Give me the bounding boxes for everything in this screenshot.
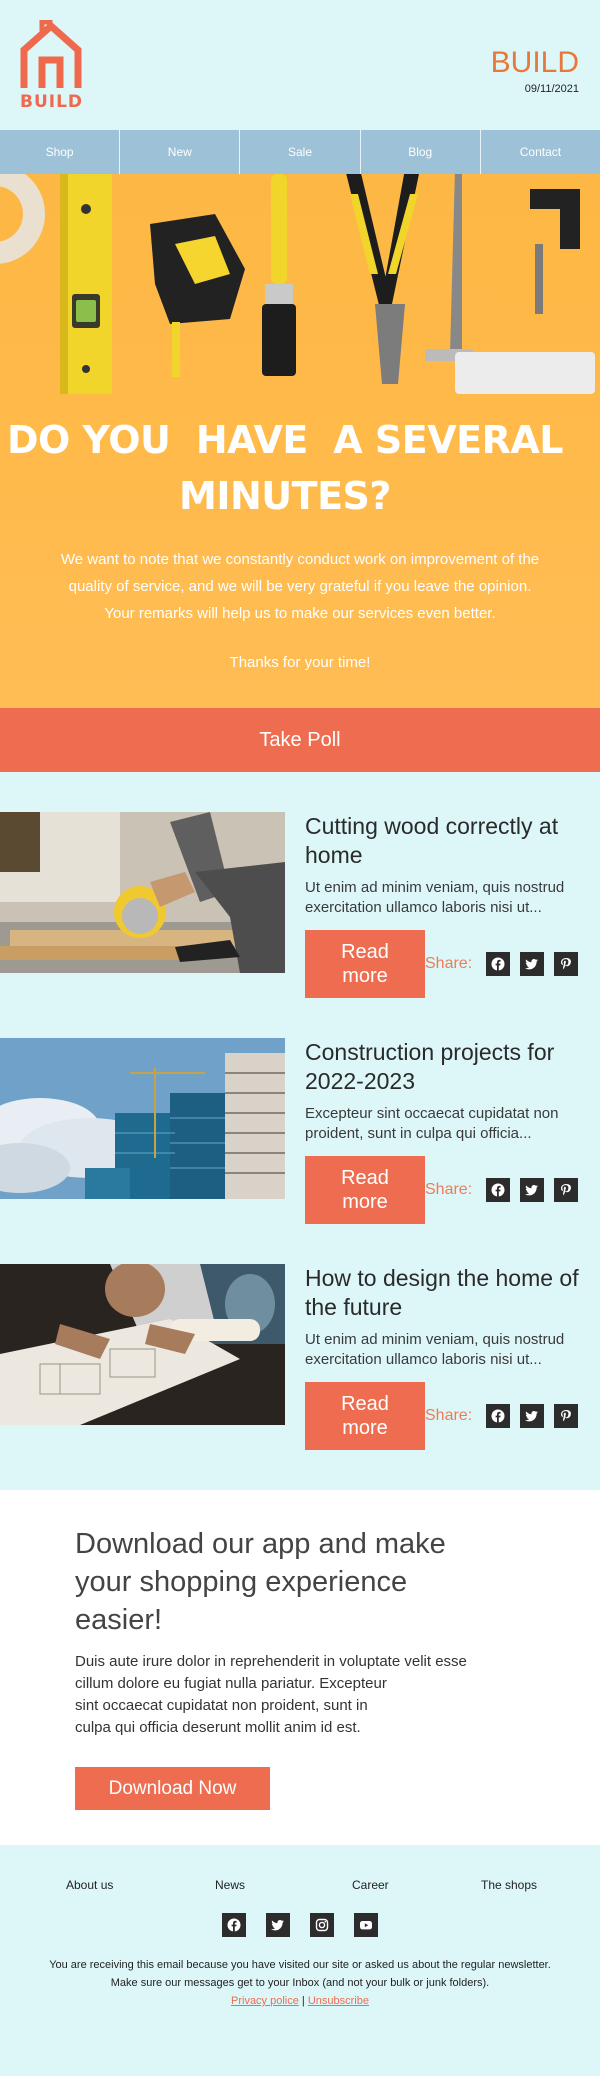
- read-more-line2: more: [342, 965, 388, 987]
- article-title[interactable]: Construction projects for 2022-2023: [305, 1038, 590, 1096]
- footer-notice-line2: Make sure our messages get to your Inbox…: [110, 1977, 490, 1989]
- app-download-section: Download our app and make your shopping …: [0, 1490, 600, 1845]
- article-title[interactable]: Cutting wood correctly at home: [305, 812, 590, 870]
- hero-text-line2: quality of service, and we will be very …: [68, 578, 532, 595]
- hero-text-line1: We want to note that we constantly condu…: [60, 551, 540, 568]
- footer-notice: You are receiving this email because you…: [0, 1956, 600, 2010]
- pinterest-icon[interactable]: [554, 1404, 579, 1428]
- twitter-icon[interactable]: [520, 952, 545, 976]
- app-text-line4: culpa qui officia deserunt mollit anim i…: [75, 1719, 361, 1736]
- article-desc-line1: Ut enim ad minim veniam, quis nostrud: [305, 1331, 565, 1348]
- app-text: Duis aute irure dolor in reprehenderit i…: [75, 1651, 515, 1739]
- twitter-icon[interactable]: [520, 1404, 545, 1428]
- hero-text-line3: Your remarks will help us to make our se…: [104, 605, 496, 622]
- app-text-line2: cillum dolore eu fugiat nulla pariatur. …: [75, 1675, 387, 1692]
- article-description: Ut enim ad minim veniam, quis nostrud ex…: [305, 1330, 590, 1370]
- take-poll-button[interactable]: Take Poll: [0, 708, 600, 772]
- pinterest-icon[interactable]: [554, 1178, 579, 1202]
- hero-title-line2: MINUTES?: [179, 474, 391, 518]
- tools-image: [0, 174, 595, 394]
- read-more-line1: Read: [341, 1167, 389, 1189]
- articles-list: Cutting wood correctly at home Ut enim a…: [0, 772, 600, 1490]
- download-now-button[interactable]: Download Now: [75, 1767, 270, 1810]
- share-label: Share:: [425, 1181, 473, 1198]
- article-actions: Read more Share:: [305, 1156, 588, 1224]
- share-label: Share:: [425, 955, 473, 972]
- twitter-icon[interactable]: [266, 1913, 290, 1937]
- footer-legal: Privacy police | Unsubscribe: [0, 1992, 600, 2010]
- article-desc-line1: Ut enim ad minim veniam, quis nostrud: [305, 879, 565, 896]
- read-more-button[interactable]: Read more: [305, 1156, 425, 1224]
- article-actions: Read more Share:: [305, 1382, 588, 1450]
- header: BUILD BUILD 09/11/2021: [0, 0, 600, 130]
- article-card: How to design the home of the future Ut …: [0, 1264, 600, 1490]
- article-title[interactable]: How to design the home of the future: [305, 1264, 590, 1322]
- article-desc-line2: exercitation ullamco laboris nisi ut...: [305, 1351, 542, 1368]
- facebook-icon[interactable]: [222, 1913, 246, 1937]
- nav-item-shop[interactable]: Shop: [0, 130, 121, 174]
- share-label: Share:: [425, 1407, 473, 1424]
- app-text-line3: sint occaecat cupidatat non proident, su…: [75, 1697, 368, 1714]
- privacy-policy-link[interactable]: Privacy police: [231, 1995, 299, 2007]
- footer-link-news[interactable]: News: [215, 1878, 245, 1892]
- house-logo-icon: [20, 19, 82, 88]
- article-desc-line2: proident, sunt in culpa qui officia...: [305, 1125, 532, 1142]
- logo-text: BUILD: [20, 92, 84, 112]
- footer-link-shops[interactable]: The shops: [481, 1878, 537, 1892]
- article-desc-line1: Excepteur sint occaecat cupidatat non: [305, 1105, 559, 1122]
- hero-banner: DO YOU HAVE A SEVERAL MINUTES? We want t…: [0, 174, 600, 708]
- facebook-icon[interactable]: [486, 1178, 511, 1202]
- article-image-design[interactable]: [0, 1264, 285, 1425]
- read-more-line1: Read: [341, 941, 389, 963]
- article-description: Ut enim ad minim veniam, quis nostrud ex…: [305, 878, 590, 918]
- footer-separator: |: [301, 1995, 305, 2007]
- email-page: BUILD BUILD 09/11/2021 Shop New Sale Blo…: [0, 0, 600, 2076]
- hero-text: We want to note that we constantly condu…: [22, 546, 578, 627]
- app-title: Download our app and make your shopping …: [75, 1528, 446, 1636]
- logo[interactable]: BUILD: [20, 19, 84, 112]
- read-more-button[interactable]: Read more: [305, 1382, 425, 1450]
- footer: About us News Career The shops You are r…: [0, 1845, 600, 2075]
- read-more-line2: more: [342, 1417, 388, 1439]
- main-nav: Shop New Sale Blog Contact: [0, 130, 600, 174]
- twitter-icon[interactable]: [520, 1178, 545, 1202]
- read-more-line2: more: [342, 1191, 388, 1213]
- article-card: Construction projects for 2022-2023 Exce…: [0, 1038, 600, 1264]
- hero-title: DO YOU HAVE A SEVERAL MINUTES?: [0, 412, 570, 524]
- article-card: Cutting wood correctly at home Ut enim a…: [0, 812, 600, 1038]
- nav-item-new[interactable]: New: [120, 130, 241, 174]
- hero-thanks: Thanks for your time!: [229, 654, 371, 671]
- article-actions: Read more Share:: [305, 930, 588, 998]
- nav-item-sale[interactable]: Sale: [240, 130, 361, 174]
- app-text-line1: Duis aute irure dolor in reprehenderit i…: [75, 1653, 467, 1670]
- hero-title-line1: DO YOU HAVE A SEVERAL: [6, 418, 564, 462]
- footer-notice-line1: You are receiving this email because you…: [49, 1959, 551, 1971]
- footer-social: [222, 1913, 398, 1937]
- issue-date: 09/11/2021: [524, 83, 579, 95]
- footer-link-career[interactable]: Career: [352, 1878, 389, 1892]
- youtube-icon[interactable]: [354, 1913, 378, 1937]
- nav-item-blog[interactable]: Blog: [361, 130, 481, 174]
- instagram-icon[interactable]: [310, 1913, 334, 1937]
- brand-name: BUILD: [490, 46, 579, 79]
- article-description: Excepteur sint occaecat cupidatat non pr…: [305, 1104, 590, 1144]
- article-desc-line2: exercitation ullamco laboris nisi ut...: [305, 899, 542, 916]
- facebook-icon[interactable]: [486, 1404, 511, 1428]
- unsubscribe-link[interactable]: Unsubscribe: [308, 1995, 369, 2007]
- facebook-icon[interactable]: [486, 952, 511, 976]
- nav-item-contact[interactable]: Contact: [481, 130, 600, 174]
- read-more-line1: Read: [341, 1393, 389, 1415]
- article-image-construction[interactable]: [0, 1038, 285, 1199]
- read-more-button[interactable]: Read more: [305, 930, 425, 998]
- pinterest-icon[interactable]: [554, 952, 579, 976]
- footer-link-about[interactable]: About us: [66, 1878, 113, 1892]
- article-image-wood[interactable]: [0, 812, 285, 973]
